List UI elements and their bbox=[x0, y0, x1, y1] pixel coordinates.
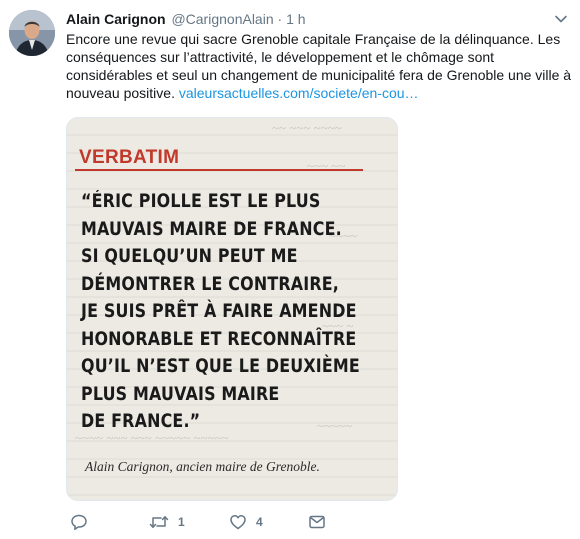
quote-line: DE FRANCE.” bbox=[81, 411, 201, 432]
like-count: 4 bbox=[256, 515, 263, 529]
separator-dot: · bbox=[277, 11, 283, 27]
quote-line: HONORABLE ET RECONNAÎTRE bbox=[81, 328, 357, 350]
section-label: VERBATIM bbox=[79, 147, 180, 168]
tweet-link[interactable]: valeursactuelles.com/societe/en-cou… bbox=[179, 85, 419, 101]
bleed-through-text: ~~ ~~~ ~~~~ bbox=[272, 120, 342, 135]
reply-icon bbox=[70, 513, 88, 531]
quote-line: PLUS MAUVAIS MAIRE bbox=[81, 383, 280, 405]
quote-line: QU’IL N’EST QUE LE DEUXIÈME bbox=[81, 356, 360, 377]
timestamp[interactable]: 1 h bbox=[286, 11, 305, 27]
user-handle[interactable]: @CarignonAlain bbox=[171, 11, 273, 27]
reply-button[interactable] bbox=[70, 512, 88, 532]
like-icon bbox=[229, 513, 247, 531]
tweet-text: Encore une revue qui sacre Grenoble capi… bbox=[66, 30, 572, 102]
tweet-actions: 1 4 bbox=[66, 512, 366, 532]
tweet: Alain Carignon @CarignonAlain · 1 h Enco… bbox=[0, 0, 580, 539]
retweet-button[interactable]: 1 bbox=[149, 512, 185, 532]
quote-line: MAUVAIS MAIRE DE FRANCE. bbox=[81, 218, 342, 240]
chevron-down-icon[interactable] bbox=[554, 12, 568, 26]
like-button[interactable]: 4 bbox=[229, 512, 263, 532]
quote-attribution: Alain Carignon, ancien maire de Grenoble… bbox=[85, 459, 320, 474]
direct-message-button[interactable] bbox=[308, 512, 326, 532]
retweet-count: 1 bbox=[178, 515, 185, 529]
display-name[interactable]: Alain Carignon bbox=[66, 11, 166, 27]
bleed-through-text: ~~~ ~~ bbox=[307, 158, 346, 173]
quote-line: DÉMONTRER LE CONTRAIRE, bbox=[81, 273, 340, 295]
quote-line: SI QUELQU’UN PEUT ME bbox=[81, 246, 298, 267]
quote-line: “ÉRIC PIOLLE EST LE PLUS bbox=[81, 191, 321, 212]
tweet-header: Alain Carignon @CarignonAlain · 1 h bbox=[66, 10, 306, 28]
direct-message-icon bbox=[308, 513, 326, 531]
avatar[interactable] bbox=[9, 10, 55, 56]
quote-line: JE SUIS PRÊT À FAIRE AMENDE bbox=[81, 301, 357, 322]
tweet-media-image[interactable]: ~~ ~~~ ~~~~ ~~~ ~~ ~~~~ ~~~ ~ ~~~~~ ~~~~… bbox=[66, 117, 398, 501]
divider bbox=[75, 169, 363, 171]
pull-quote: “ÉRIC PIOLLE EST LE PLUS MAUVAIS MAIRE DE… bbox=[81, 188, 360, 436]
retweet-icon bbox=[149, 513, 169, 531]
